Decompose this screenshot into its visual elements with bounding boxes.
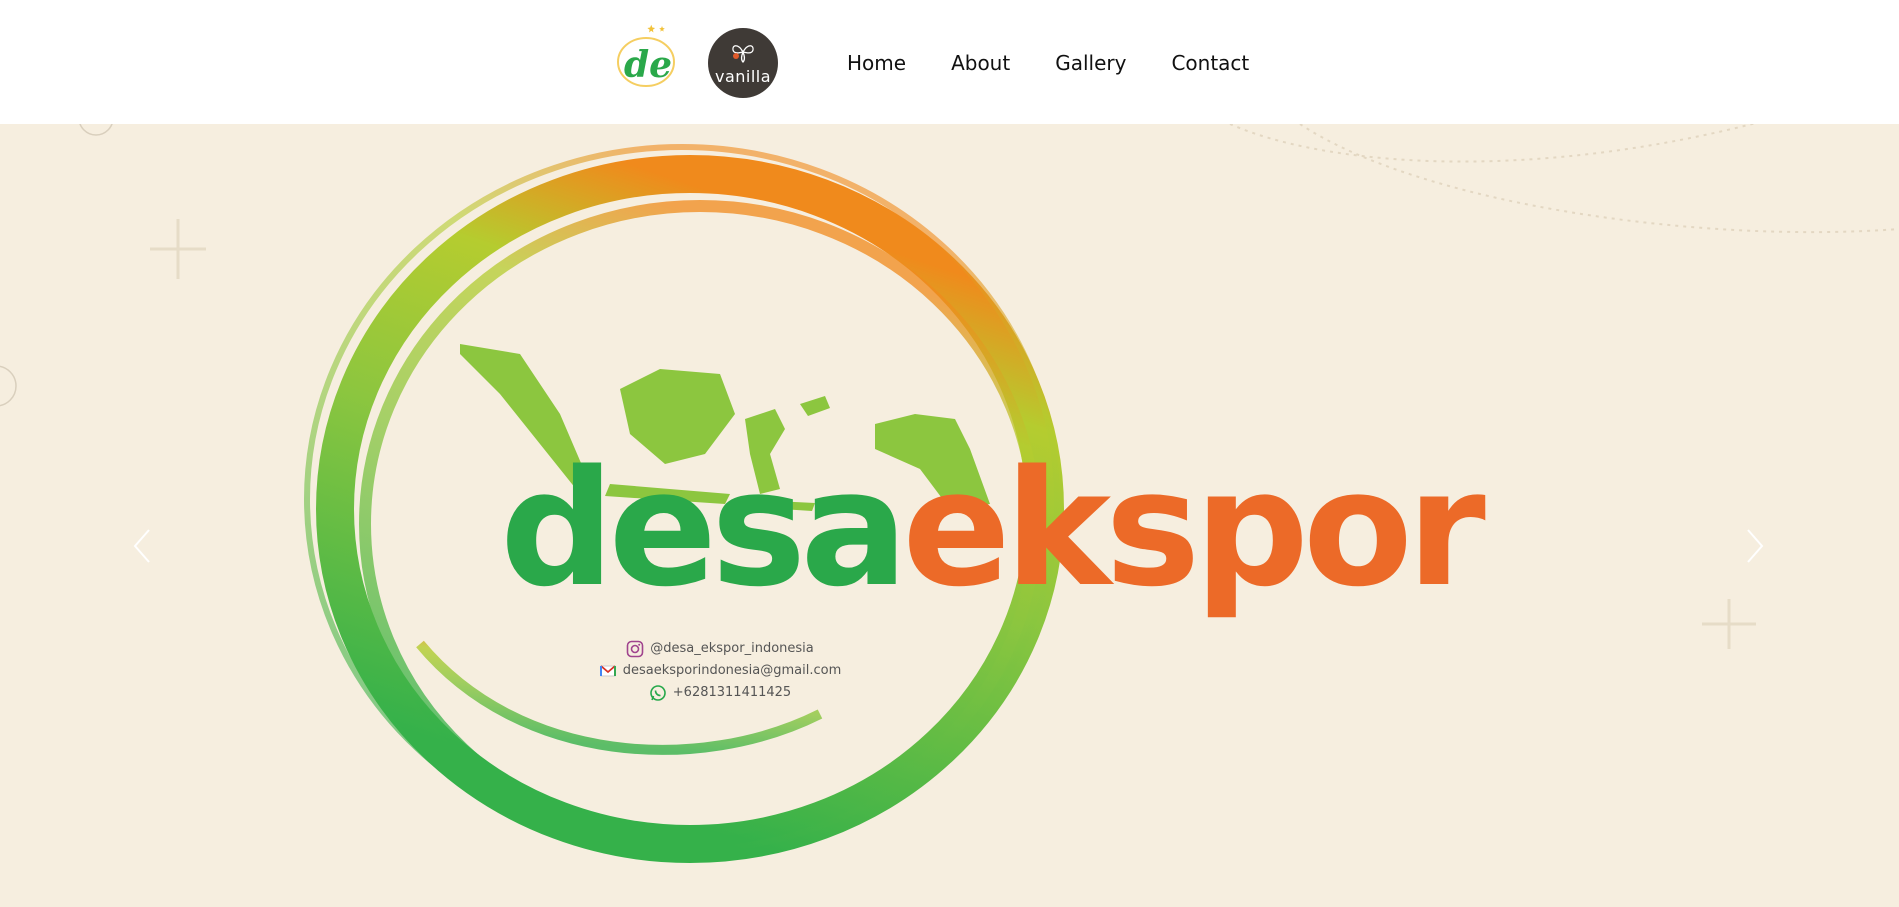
chevron-left-icon xyxy=(133,529,150,563)
instagram-icon xyxy=(626,640,644,658)
vanilla-flower-icon xyxy=(732,44,754,63)
brand-word-ekspor: ekspor xyxy=(902,435,1486,622)
whatsapp-icon xyxy=(649,684,667,702)
vanilla-logo-text: vanilla xyxy=(714,66,772,86)
nav-home[interactable]: Home xyxy=(847,51,906,75)
nav-about[interactable]: About xyxy=(951,51,1010,75)
email-address: desaeksporindonesia@gmail.com xyxy=(622,663,842,678)
email-row: desaeksporindonesia@gmail.com xyxy=(560,660,880,682)
instagram-handle: @desa_ekspor_indonesia xyxy=(650,641,814,656)
chevron-right-icon xyxy=(1747,529,1764,563)
desa-ekspor-logo[interactable]: de xyxy=(610,22,688,94)
svg-text:de: de xyxy=(624,44,672,86)
gmail-icon xyxy=(599,662,617,680)
main-nav: Home About Gallery Contact xyxy=(847,48,1249,78)
contact-info: @desa_ekspor_indonesia desaeksporindones… xyxy=(560,638,880,704)
carousel-prev-button[interactable] xyxy=(122,516,162,576)
site-header: de vanilla Home About Gallery Contact xyxy=(0,0,1899,124)
nav-contact[interactable]: Contact xyxy=(1171,51,1249,75)
hero-banner: desaekspor @desa_ekspor_indonesia desaek… xyxy=(0,124,1899,907)
brand-wordmark: desaekspor xyxy=(500,449,1486,609)
brand-word-desa: desa xyxy=(500,435,908,622)
carousel-next-button[interactable] xyxy=(1735,516,1775,576)
whatsapp-row: +6281311411425 xyxy=(560,682,880,704)
desa-ekspor-logo-mark: de xyxy=(617,24,675,87)
instagram-row: @desa_ekspor_indonesia xyxy=(560,638,880,660)
nav-gallery[interactable]: Gallery xyxy=(1055,51,1126,75)
de-vanilla-logo[interactable]: vanilla xyxy=(708,28,778,98)
whatsapp-number: +6281311411425 xyxy=(672,685,792,700)
